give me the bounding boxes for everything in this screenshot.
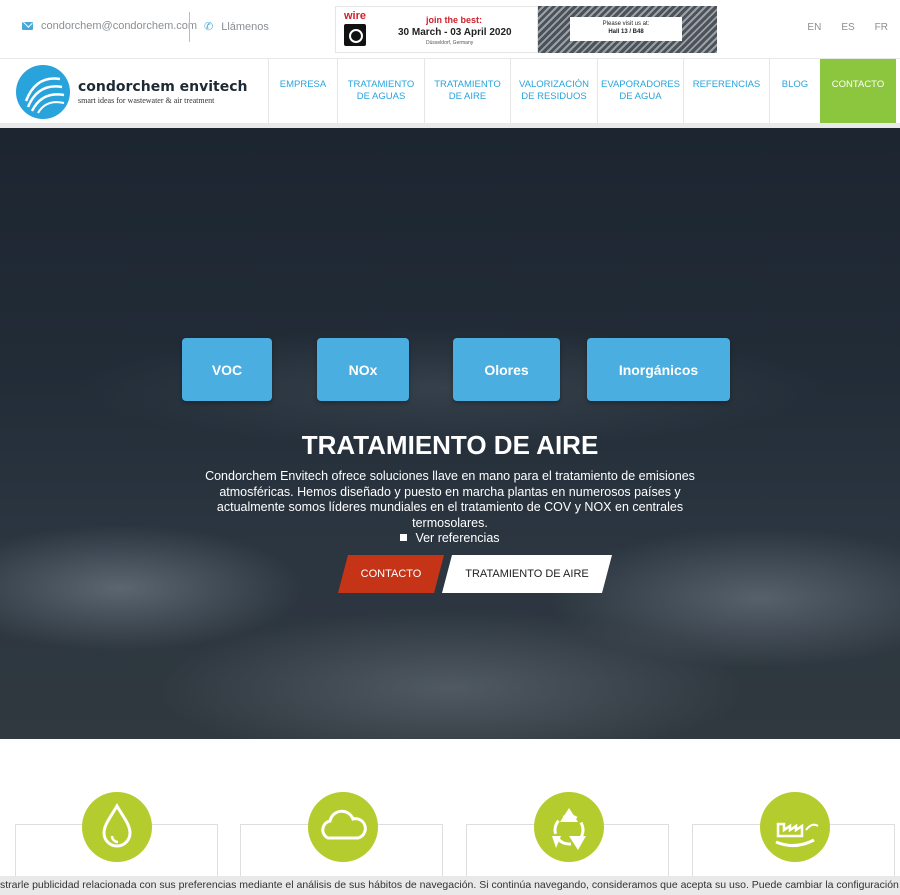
nav-item-referencias[interactable]: REFERENCIAS	[683, 59, 769, 127]
email-link[interactable]: condorchem@condorchem.com	[22, 20, 197, 32]
banner-right: Please visit us at: Hall 13 / B48	[538, 6, 717, 53]
nav-label-2: DE RESIDUOS	[521, 91, 587, 102]
nav-menu: EMPRESA TRATAMIENTO DE AGUAS TRATAMIENTO D…	[268, 59, 896, 127]
email-text[interactable]: condorchem@condorchem.com	[41, 20, 197, 32]
square-bullet-icon	[400, 534, 408, 541]
trade-fair-banner[interactable]: wire join the best: 30 March - 03 April …	[335, 6, 717, 53]
lang-fr[interactable]: FR	[875, 22, 888, 33]
condorchem-logo-icon	[16, 65, 70, 119]
nav-label: EVAPORADORES	[600, 79, 680, 90]
divider	[189, 12, 190, 42]
brand-text: condorchem envitech smart ideas for wast…	[78, 80, 248, 105]
nav-label: TRATAMIENTO	[347, 79, 415, 90]
lang-en[interactable]: EN	[807, 22, 821, 33]
hero-section: VOC NOx Olores Inorgánicos TRATAMIENTO D…	[0, 128, 900, 739]
contacto-button[interactable]: CONTACTO	[338, 555, 444, 593]
nav-item-evaporadores[interactable]: EVAPORADORES DE AGUA	[597, 59, 683, 127]
ver-referencias-label[interactable]: Ver referencias	[415, 531, 499, 545]
wire-logo: wire	[344, 11, 370, 46]
nav-label: EMPRESA	[279, 79, 327, 90]
chip-nox[interactable]: NOx	[317, 338, 409, 401]
nav-label-2: DE AGUA	[619, 91, 662, 102]
features-section	[0, 739, 900, 895]
brand-logo-link[interactable]: condorchem envitech smart ideas for wast…	[16, 65, 248, 119]
nav-item-empresa[interactable]: EMPRESA	[268, 59, 337, 127]
brand-name: condorchem envitech	[78, 78, 248, 95]
hero-title: TRATAMIENTO DE AIRE	[301, 430, 599, 460]
chip-inorganicos[interactable]: Inorgánicos	[587, 338, 730, 401]
nav-item-contacto[interactable]: CONTACTO	[820, 59, 896, 127]
mail-icon	[22, 22, 33, 30]
nav-item-tratamiento-aguas[interactable]: TRATAMIENTO DE AGUAS	[337, 59, 424, 127]
banner-city: Düsseldorf, Germany	[426, 40, 474, 46]
nav-label: TRATAMIENTO	[434, 79, 501, 90]
nav-item-blog[interactable]: BLOG	[769, 59, 820, 127]
nav-label: REFERENCIAS	[692, 79, 761, 90]
nav-item-tratamiento-aire[interactable]: TRATAMIENTO DE AIRE	[424, 59, 510, 127]
language-switcher: EN ES FR	[807, 22, 888, 33]
wire-logo-mark	[344, 24, 366, 46]
lang-es[interactable]: ES	[841, 22, 854, 33]
hero-description: Condorchem Envitech ofrece soluciones ll…	[205, 469, 695, 530]
factory-icon[interactable]	[760, 792, 830, 862]
nav-contact-label: CONTACTO	[831, 79, 885, 90]
main-navbar: condorchem envitech smart ideas for wast…	[0, 58, 900, 128]
banner-headline: join the best:	[426, 15, 482, 25]
wire-logo-text: wire	[344, 10, 367, 22]
banner-left: wire join the best: 30 March - 03 April …	[335, 6, 538, 53]
banner-hall: Hall 13 / B48	[608, 29, 644, 35]
phone-icon: ✆	[204, 21, 214, 33]
banner-dates: 30 March - 03 April 2020	[398, 27, 512, 38]
chip-olores[interactable]: Olores	[453, 338, 560, 401]
nav-label-2: DE AIRE	[448, 91, 487, 102]
water-drop-icon[interactable]	[82, 792, 152, 862]
chip-voc[interactable]: VOC	[182, 338, 272, 401]
phone-link[interactable]: ✆ Llámenos	[204, 20, 269, 34]
recycle-icon[interactable]	[534, 792, 604, 862]
nav-label-2: DE AGUAS	[356, 91, 406, 102]
top-bar: condorchem@condorchem.com ✆ Llámenos wir…	[0, 0, 900, 58]
nav-label: BLOG	[781, 79, 809, 90]
tratamiento-aire-button[interactable]: TRATAMIENTO DE AIRE	[442, 555, 612, 593]
cloud-icon[interactable]	[308, 792, 378, 862]
ver-referencias-link[interactable]: Ver referencias	[0, 531, 900, 545]
banner-visit-text: Please visit us at:	[602, 21, 650, 27]
banner-visit-box: Please visit us at: Hall 13 / B48	[570, 17, 682, 41]
nav-item-valorizacion[interactable]: VALORIZACIÓN DE RESIDUOS	[510, 59, 597, 127]
brand-tagline: smart ideas for wastewater & air treatme…	[78, 95, 215, 105]
cookie-banner: strarle publicidad relacionada con sus p…	[0, 876, 900, 895]
nav-label: VALORIZACIÓN	[518, 79, 590, 90]
phone-label[interactable]: Llámenos	[221, 21, 269, 33]
